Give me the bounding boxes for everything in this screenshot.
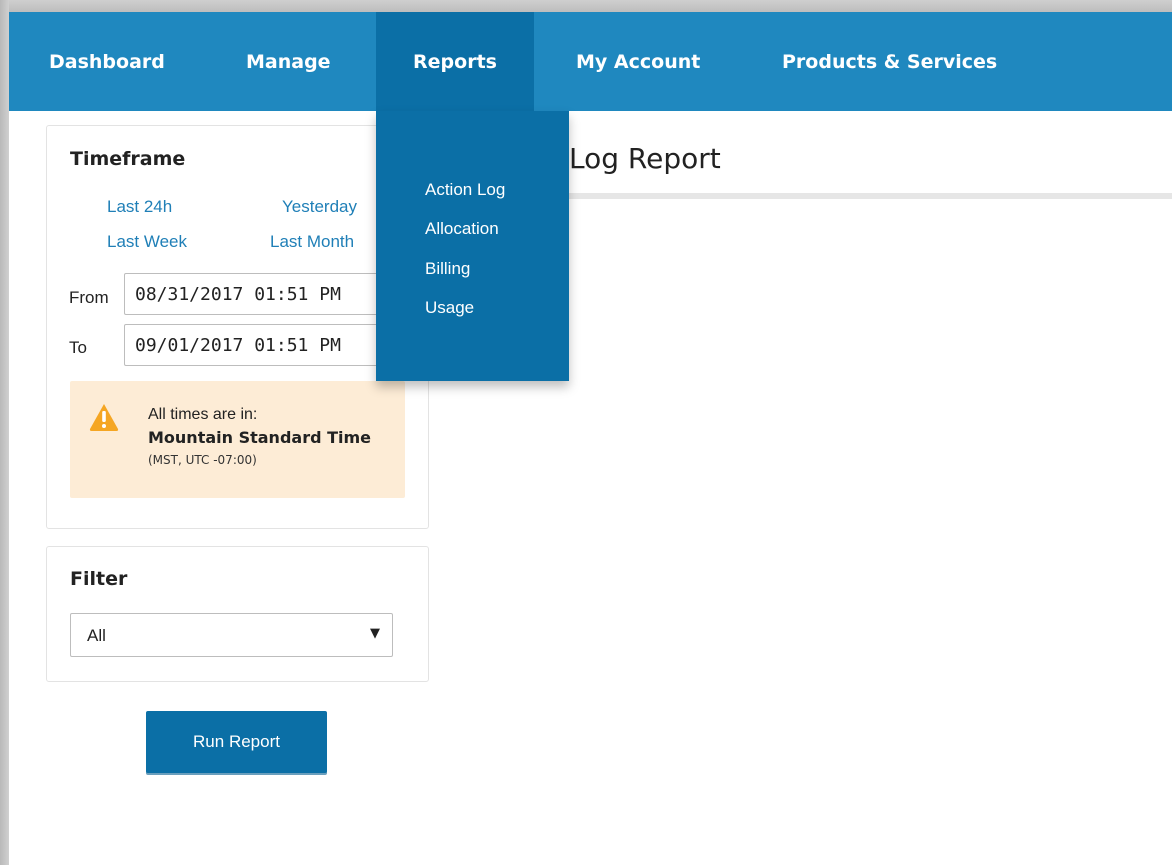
quick-link-last-week[interactable]: Last Week (107, 232, 187, 252)
run-report-button[interactable]: Run Report (146, 711, 327, 773)
menu-item-usage[interactable]: Usage (425, 297, 474, 319)
from-label: From (69, 288, 109, 307)
timezone-offset: (MST, UTC -07:00) (148, 453, 257, 467)
window-frame-top (0, 0, 1172, 12)
nav-products-services[interactable]: Products & Services (782, 12, 997, 111)
quick-link-yesterday[interactable]: Yesterday (282, 197, 357, 217)
quick-link-last-month[interactable]: Last Month (270, 232, 354, 252)
timeframe-heading: Timeframe (70, 148, 186, 170)
nav-reports[interactable]: Reports (376, 12, 534, 111)
to-date-input[interactable] (124, 324, 384, 366)
timezone-note: All times are in: Mountain Standard Time… (70, 381, 405, 498)
nav-dashboard[interactable]: Dashboard (49, 12, 165, 111)
reports-dropdown-menu: Action Log Allocation Billing Usage (376, 111, 569, 381)
filter-heading: Filter (70, 568, 128, 590)
menu-item-action-log[interactable]: Action Log (425, 179, 505, 201)
warning-icon (89, 404, 119, 431)
nav-manage[interactable]: Manage (246, 12, 331, 111)
filter-select[interactable]: All ▼ (70, 613, 393, 657)
timeframe-panel: Timeframe Last 24h Yesterday Last Week L… (46, 125, 429, 529)
window-frame-left (0, 0, 9, 865)
filter-selected-value: All (87, 626, 106, 645)
timezone-intro: All times are in: (148, 406, 258, 423)
timezone-name: Mountain Standard Time (148, 428, 372, 447)
caret-down-icon: ▼ (370, 626, 380, 641)
from-date-input[interactable] (124, 273, 384, 315)
nav-my-account[interactable]: My Account (576, 12, 700, 111)
page-title: Log Report (569, 142, 721, 175)
menu-item-billing[interactable]: Billing (425, 258, 470, 280)
top-navbar: Dashboard Manage Reports My Account Prod… (9, 12, 1172, 111)
quick-link-last-24h[interactable]: Last 24h (107, 197, 172, 217)
to-label: To (69, 338, 87, 357)
filter-panel: Filter All ▼ (46, 546, 429, 682)
menu-item-allocation[interactable]: Allocation (425, 218, 499, 240)
